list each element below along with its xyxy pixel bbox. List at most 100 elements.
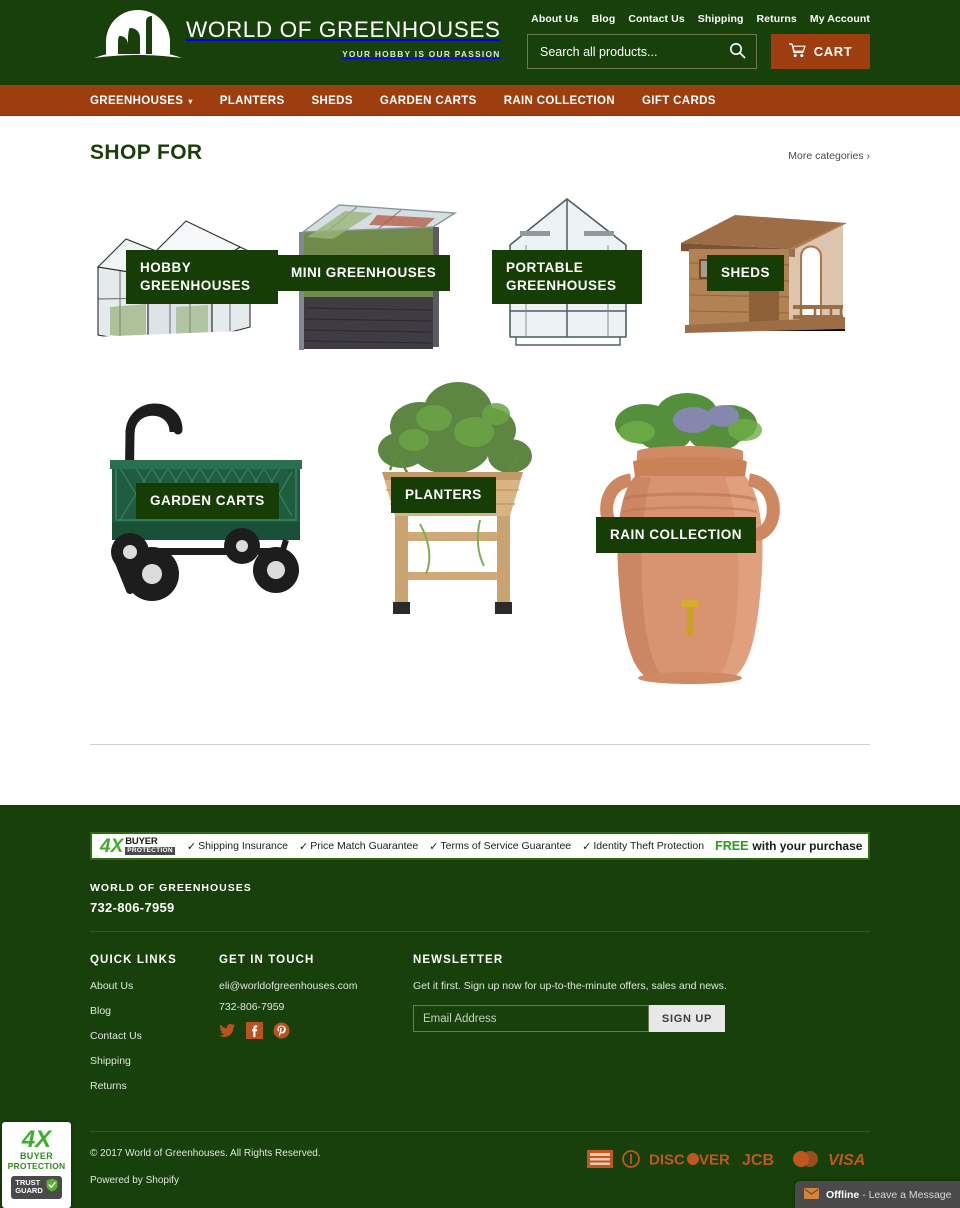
site-footer: 4X BUYER PROTECTION ✓ Shipping Insurance… — [0, 805, 960, 1196]
american-express-icon — [587, 1150, 613, 1173]
nav-item-sheds[interactable]: SHEDS — [311, 95, 365, 107]
category-tile-sheds[interactable]: SHEDS — [675, 187, 850, 352]
top-link-shipping[interactable]: Shipping — [698, 13, 744, 25]
quick-links-title: QUICK LINKS — [90, 954, 177, 966]
twitter-icon[interactable] — [219, 1022, 236, 1039]
chevron-down-icon: ▾ — [188, 97, 193, 106]
footer-link-returns[interactable]: Returns — [90, 1080, 219, 1092]
shopping-cart-icon — [788, 42, 806, 61]
nav-label: RAIN COLLECTION — [503, 94, 615, 107]
protection-4x-text: 4X — [100, 835, 124, 857]
top-link-blog[interactable]: Blog — [592, 13, 616, 25]
chat-widget[interactable]: Offline - Leave a Message — [795, 1181, 960, 1208]
search-input[interactable] — [538, 43, 727, 60]
protection-item-shipping-insurance: ✓ Shipping Insurance — [187, 840, 288, 853]
nav-item-gift-cards[interactable]: GIFT CARDS — [642, 95, 729, 107]
nav-item-planters[interactable]: PLANTERS — [220, 95, 298, 107]
top-link-contact-us[interactable]: Contact Us — [628, 13, 684, 25]
nav-item-greenhouses[interactable]: GREENHOUSES ▾ — [90, 95, 206, 107]
protection-item-terms-of-service: ✓ Terms of Service Guarantee — [429, 840, 571, 853]
facebook-icon[interactable] — [246, 1022, 263, 1039]
svg-text:VISA: VISA — [828, 1152, 865, 1168]
protection-protection-text: PROTECTION — [125, 846, 175, 855]
newsletter-form: SIGN UP — [413, 1005, 725, 1032]
powered-by: Powered by Shopify — [90, 1175, 321, 1186]
page-root: WORLD OF GREENHOUSES YOUR HOBBY IS OUR P… — [0, 0, 960, 1208]
svg-text:JCB: JCB — [742, 1152, 774, 1168]
svg-text:VER: VER — [699, 1152, 730, 1169]
trust-guard-logo: TRUST GUARD — [11, 1175, 62, 1199]
search-submit-button[interactable] — [727, 42, 748, 62]
nav-label: PLANTERS — [219, 94, 285, 107]
visa-icon: VISA — [828, 1150, 870, 1173]
search-icon — [729, 42, 746, 62]
buyer-protection-logo: 4X BUYER PROTECTION — [100, 837, 175, 856]
diners-club-icon — [622, 1150, 640, 1173]
category-label: GARDEN CARTS — [136, 483, 279, 520]
site-logo[interactable]: WORLD OF GREENHOUSES YOUR HOBBY IS OUR P… — [90, 6, 501, 68]
category-label: MINI GREENHOUSES — [277, 255, 451, 292]
svg-text:DISC: DISC — [649, 1152, 685, 1169]
pinterest-icon[interactable] — [273, 1022, 290, 1039]
nav-item-garden-carts[interactable]: GARDEN CARTS — [380, 95, 490, 107]
footer-store-name: WORLD OF GREENHOUSES — [90, 882, 252, 894]
footer-columns: QUICK LINKS About Us Blog Contact Us Shi… — [90, 932, 870, 1105]
protection-free-word: FREE — [715, 839, 749, 853]
shopify-link[interactable]: Shopify — [146, 1175, 179, 1186]
jcb-icon: JCB — [742, 1150, 782, 1173]
badge-protection-text: PROTECTION — [7, 1160, 66, 1171]
category-label: PLANTERS — [391, 477, 496, 514]
badge-guard-text: GUARD — [15, 1186, 43, 1196]
check-icon: ✓ — [186, 840, 197, 853]
nav-label: GIFT CARDS — [642, 94, 716, 107]
footer-get-in-touch: GET IN TOUCH eli@worldofgreenhouses.com … — [219, 954, 413, 1105]
search-box[interactable] — [527, 34, 757, 69]
category-tile-planters[interactable]: PLANTERS — [360, 374, 545, 624]
payment-methods: DISC VER JCB VISA — [587, 1148, 870, 1173]
top-link-my-account[interactable]: My Account — [810, 13, 870, 25]
powered-by-prefix: Powered by — [90, 1175, 146, 1186]
top-link-returns[interactable]: Returns — [757, 13, 797, 25]
protection-item-label: Price Match Guarantee — [310, 840, 419, 852]
footer-link-blog[interactable]: Blog — [90, 1005, 219, 1017]
protection-buyer-text: BUYER — [125, 836, 158, 847]
check-icon: ✓ — [429, 840, 439, 853]
search-and-cart: CART — [527, 34, 870, 69]
newsletter-signup-button[interactable]: SIGN UP — [649, 1005, 725, 1032]
top-link-about-us[interactable]: About Us — [531, 13, 578, 25]
copyright-text: © 2017 World of Greenhouses. All Rights … — [90, 1148, 321, 1159]
badge-buyer-text: BUYER — [19, 1150, 53, 1161]
category-label: SHEDS — [707, 255, 785, 292]
badge-4x-text: 4X — [21, 1126, 52, 1153]
footer-quick-links: QUICK LINKS About Us Blog Contact Us Shi… — [90, 954, 219, 1105]
newsletter-title: NEWSLETTER — [413, 954, 504, 966]
category-tile-mini-greenhouses[interactable]: MINI GREENHOUSES — [277, 187, 460, 352]
protection-item-identity-theft: ✓ Identity Theft Protection — [582, 840, 704, 853]
more-categories-link[interactable]: More categories › — [788, 150, 870, 162]
protection-item-label: Terms of Service Guarantee — [440, 840, 572, 852]
get-in-touch-title: GET IN TOUCH — [219, 954, 315, 966]
envelope-icon — [804, 1186, 819, 1204]
shop-for-header: SHOP FOR More categories › — [90, 141, 870, 165]
mastercard-icon — [791, 1150, 819, 1173]
cart-button[interactable]: CART — [771, 34, 870, 69]
newsletter-email-input[interactable] — [413, 1005, 649, 1032]
category-tile-hobby-greenhouses[interactable]: HOBBY GREENHOUSES — [90, 187, 278, 352]
category-tile-portable-greenhouses[interactable]: PORTABLE GREENHOUSES — [480, 187, 655, 352]
main-content: SHOP FOR More categories › HOBBY GREENHO… — [90, 116, 870, 805]
category-tile-rain-collection[interactable]: RAIN COLLECTION — [565, 374, 815, 704]
protection-free-rest: with your purchase — [752, 839, 863, 853]
nav-label: SHEDS — [311, 94, 353, 107]
nav-item-rain-collection[interactable]: RAIN COLLECTION — [504, 95, 628, 107]
trust-guard-badge[interactable]: 4X BUYER PROTECTION TRUST GUARD — [2, 1122, 71, 1208]
footer-email[interactable]: eli@worldofgreenhouses.com — [219, 980, 413, 992]
footer-store-info: WORLD OF GREENHOUSES 732-806-7959 — [90, 860, 870, 932]
protection-item-label: Shipping Insurance — [198, 840, 288, 852]
category-label: HOBBY GREENHOUSES — [126, 250, 278, 305]
footer-link-about-us[interactable]: About Us — [90, 980, 219, 992]
footer-link-contact-us[interactable]: Contact Us — [90, 1030, 219, 1042]
footer-link-shipping[interactable]: Shipping — [90, 1055, 219, 1067]
category-tile-garden-carts[interactable]: GARDEN CARTS — [90, 374, 340, 624]
footer-bottom: © 2017 World of Greenhouses. All Rights … — [90, 1131, 870, 1186]
protection-item-label: Identity Theft Protection — [593, 840, 705, 852]
